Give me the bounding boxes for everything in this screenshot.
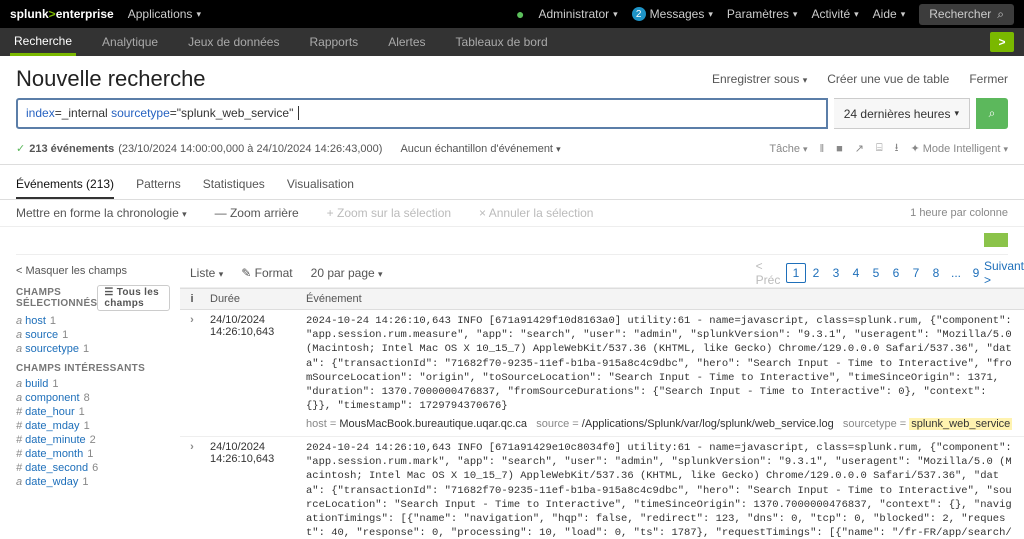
field-component[interactable]: acomponent8	[16, 392, 170, 404]
tab-patterns[interactable]: Patterns	[136, 171, 181, 199]
page-6[interactable]: 6	[886, 263, 906, 283]
save-as-button[interactable]: Enregistrer sous ▾	[712, 72, 807, 86]
field-date_minute[interactable]: #date_minute2	[16, 434, 170, 446]
field-date_mday[interactable]: #date_mday1	[16, 420, 170, 432]
page-2[interactable]: 2	[806, 263, 826, 283]
stop-icon[interactable]: ■	[836, 143, 843, 155]
print-icon[interactable]: ⌸	[876, 142, 883, 155]
time-range-picker[interactable]: 24 dernières heures▾	[834, 98, 970, 129]
page-7[interactable]: 7	[906, 263, 926, 283]
field-source[interactable]: asource1	[16, 329, 170, 341]
timeline-chart[interactable]	[16, 227, 1008, 255]
nav-search[interactable]: Recherche	[10, 28, 76, 56]
brand-logo: splunk>enterprise	[10, 7, 114, 21]
col-time[interactable]: Durée	[204, 289, 300, 309]
search-icon: ⌕	[997, 7, 1004, 22]
search-input[interactable]: index=_internal sourcetype="splunk_web_s…	[16, 98, 828, 129]
pause-icon[interactable]: ‖	[820, 143, 825, 155]
create-table-view-button[interactable]: Créer une vue de table	[827, 72, 949, 86]
col-event: Événement	[300, 289, 1024, 309]
settings-menu[interactable]: Paramètres▾	[727, 7, 798, 21]
top-bar: splunk>enterprise Applications▾ ● Admini…	[0, 0, 1024, 28]
expand-icon[interactable]: ›	[180, 437, 204, 539]
field-date_second[interactable]: #date_second6	[16, 462, 170, 474]
export-icon[interactable]: ⭳	[895, 139, 899, 158]
status-bar: ✓ 213 événements (23/10/2024 14:00:00,000 …	[0, 135, 1024, 165]
job-menu[interactable]: Tâche ▾	[769, 143, 807, 155]
event-raw[interactable]: 2024-10-24 14:26:10,643 INFO [671a91429e…	[300, 437, 1024, 539]
share-icon[interactable]: ↗	[855, 142, 864, 155]
app-square-icon[interactable]: >	[990, 32, 1014, 52]
global-search[interactable]: Rechercher⌕	[919, 4, 1014, 25]
search-row: index=_internal sourcetype="splunk_web_s…	[0, 98, 1024, 135]
messages-menu[interactable]: 2Messages▾	[632, 7, 713, 21]
prev-page-button: < Préc	[758, 263, 778, 283]
col-expand: i	[180, 289, 204, 309]
events-table-header: i Durée Événement	[180, 288, 1024, 310]
event-row: › 24/10/202414:26:10,643 2024-10-24 14:2…	[180, 310, 1024, 437]
time-range-text: (23/10/2024 14:00:00,000 à 24/10/2024 14…	[118, 143, 382, 155]
list-mode-dropdown[interactable]: Liste ▾	[190, 266, 223, 280]
health-icon[interactable]: ●	[516, 6, 524, 22]
format-timeline-dropdown[interactable]: Mettre en forme la chronologie ▾	[16, 206, 187, 220]
all-fields-button[interactable]: ☰ Tous les champs	[97, 285, 170, 311]
nav-alerts[interactable]: Alertes	[384, 28, 429, 56]
field-date_month[interactable]: #date_month1	[16, 448, 170, 460]
mode-dropdown[interactable]: ✦ Mode Intelligent ▾	[910, 142, 1008, 155]
apps-menu[interactable]: Applications▾	[128, 7, 201, 21]
event-row: › 24/10/202414:26:10,643 2024-10-24 14:2…	[180, 437, 1024, 539]
field-date_wday[interactable]: adate_wday1	[16, 476, 170, 488]
page-8[interactable]: 8	[926, 263, 946, 283]
admin-menu[interactable]: Administrator▾	[538, 7, 617, 21]
next-page-button[interactable]: Suivant >	[994, 263, 1014, 283]
fields-panel: < Masquer les champs CHAMPS SÉLECTIONNÉS…	[0, 259, 180, 539]
event-time: 24/10/202414:26:10,643	[204, 310, 300, 436]
expand-icon[interactable]: ›	[180, 310, 204, 436]
field-date_hour[interactable]: #date_hour1	[16, 406, 170, 418]
cancel-selection-button: × Annuler la sélection	[479, 206, 593, 220]
sampling-dropdown[interactable]: Aucun échantillon d'événement ▾	[400, 143, 560, 155]
timeline-controls: Mettre en forme la chronologie ▾ — Zoom …	[0, 200, 1024, 227]
tab-statistics[interactable]: Statistiques	[203, 171, 265, 199]
nav-reports[interactable]: Rapports	[305, 28, 362, 56]
title-bar: Nouvelle recherche Enregistrer sous ▾ Cr…	[0, 56, 1024, 98]
field-build[interactable]: abuild1	[16, 378, 170, 390]
page-1[interactable]: 1	[786, 263, 806, 283]
zoom-selection-button: + Zoom sur la sélection	[327, 206, 451, 220]
nav-analytics[interactable]: Analytique	[98, 28, 162, 56]
page-3[interactable]: 3	[826, 263, 846, 283]
tab-events[interactable]: Événements (213)	[16, 171, 114, 199]
page-5[interactable]: 5	[866, 263, 886, 283]
page-4[interactable]: 4	[846, 263, 866, 283]
app-nav: Recherche Analytique Jeux de données Rap…	[0, 28, 1024, 56]
events-toolbar: Liste ▾ ✎ Format 20 par page ▾ < Préc 12…	[180, 259, 1024, 288]
field-host[interactable]: ahost1	[16, 315, 170, 327]
tab-visualization[interactable]: Visualisation	[287, 171, 354, 199]
check-icon: ✓	[16, 142, 25, 155]
result-tabs: Événements (213) Patterns Statistiques V…	[0, 165, 1024, 200]
timeline-scale: 1 heure par colonne	[910, 207, 1008, 219]
field-sourcetype[interactable]: asourcetype1	[16, 343, 170, 355]
nav-dashboards[interactable]: Tableaux de bord	[452, 28, 552, 56]
page-...[interactable]: ...	[946, 263, 966, 283]
event-time: 24/10/202414:26:10,643	[204, 437, 300, 539]
event-count: 213 événements	[29, 143, 114, 155]
nav-datasets[interactable]: Jeux de données	[184, 28, 283, 56]
interesting-fields-title: CHAMPS INTÉRESSANTS	[16, 363, 170, 374]
per-page-dropdown[interactable]: 20 par page ▾	[311, 266, 383, 280]
close-button[interactable]: Fermer	[969, 72, 1008, 86]
zoom-out-button[interactable]: — Zoom arrière	[215, 206, 299, 220]
selected-fields-title: CHAMPS SÉLECTIONNÉS	[16, 287, 97, 309]
run-search-button[interactable]: ⌕	[976, 98, 1008, 129]
pagination: < Préc 12345678...9 Suivant >	[758, 263, 1014, 283]
activity-menu[interactable]: Activité▾	[811, 7, 858, 21]
search-icon: ⌕	[989, 106, 996, 121]
hide-fields-button[interactable]: < Masquer les champs	[16, 265, 170, 277]
format-button[interactable]: ✎ Format	[241, 266, 292, 280]
help-menu[interactable]: Aide▾	[873, 7, 906, 21]
page-title: Nouvelle recherche	[16, 66, 206, 92]
event-raw[interactable]: 2024-10-24 14:26:10,643 INFO [671a91429f…	[300, 310, 1024, 436]
